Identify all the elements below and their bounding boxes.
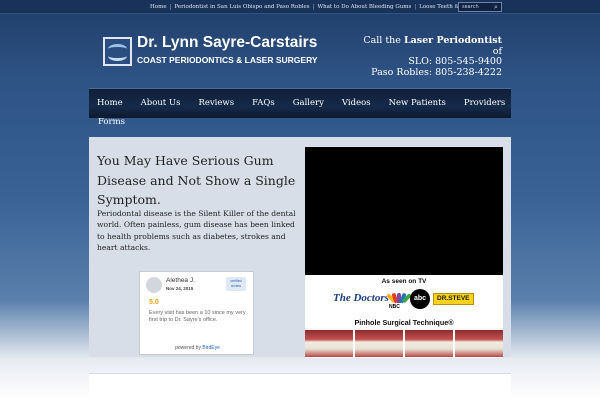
top-link-bleeding-gums[interactable]: What to Do About Bleeding Gums [317,4,411,10]
pinhole-title: Pinhole Surgical Technique® [354,318,454,327]
site-title[interactable]: Dr. Lynn Sayre-Carstairs [137,34,337,52]
review-text: Every visit has been a 10 since my very … [149,310,246,323]
contact-prefix: Call the [363,35,401,46]
nav-gallery[interactable]: Gallery [293,98,324,108]
separator: | [312,4,315,10]
search-icon[interactable]: ⌕ [490,2,502,12]
review-footer: powered by BirdEye [140,345,255,351]
phone-paso: Paso Robles: 805-238-4222 [371,66,502,78]
review-date: Nov 24, 2015 [166,286,194,291]
contact-info: Call the Laser Periodontist of SLO: 805-… [322,35,502,78]
abc-logo: abc [410,289,430,309]
avatar [146,277,162,293]
top-link-periodontist[interactable]: Periodontist in San Luis Obispo and Paso… [174,4,309,10]
as-seen-title: As seen on TV [381,278,427,285]
nav-new-patients[interactable]: New Patients [389,98,446,108]
nav-faqs[interactable]: FAQs [252,98,275,108]
top-link-home[interactable]: Home [150,4,167,10]
reviewer-name: Alethea J. [166,277,195,284]
nbc-logo-text: NBC [389,304,400,310]
tv-logos: The Doctors NBC abc DR.STEVE [333,288,503,310]
site-subtitle: COAST PERIODONTICS & LASER SURGERY [137,55,318,65]
nav-reviews[interactable]: Reviews [198,98,234,108]
logo-wave [108,51,127,61]
headline: You May Have Serious Gum Disease and Not… [97,153,296,207]
teeth-photo [455,330,503,357]
phone-slo: SLO: 805-545-9400 [408,56,502,67]
nav-home[interactable]: Home [97,98,123,108]
nav-forms[interactable]: Forms [98,117,125,127]
teeth-photo [305,330,353,357]
dr-steve-logo: DR.STEVE [433,293,474,305]
top-links: Home | Periodontist in San Luis Obispo a… [150,2,492,12]
teeth-photos [305,330,503,357]
verified-badge: verified review [226,277,246,291]
separator: | [169,4,172,10]
review-score: 5.0 [149,299,159,306]
nav-about-us[interactable]: About Us [141,98,181,108]
the-doctors-logo: The Doctors [333,292,389,304]
bottom-content-card [89,373,511,400]
video-player[interactable] [305,147,503,275]
logo-icon[interactable] [103,37,132,66]
contact-strong: Laser Periodontist [403,35,502,46]
birdeye-link[interactable]: BirdEye [202,345,220,351]
nav-videos[interactable]: Videos [342,98,371,108]
as-seen-banner[interactable]: As seen on TV The Doctors NBC abc DR.STE… [305,275,503,358]
review-widget[interactable]: Alethea J. Nov 24, 2015 verified review … [139,271,254,355]
teeth-photo [355,330,403,357]
body-text: Periodontal disease is the Silent Killer… [97,209,296,252]
powered-by: powered by [175,345,201,351]
main-nav: Home About Us Reviews FAQs Gallery Video… [89,88,511,118]
nav-providers[interactable]: Providers [464,98,505,108]
teeth-photo [405,330,453,357]
separator: | [414,4,417,10]
